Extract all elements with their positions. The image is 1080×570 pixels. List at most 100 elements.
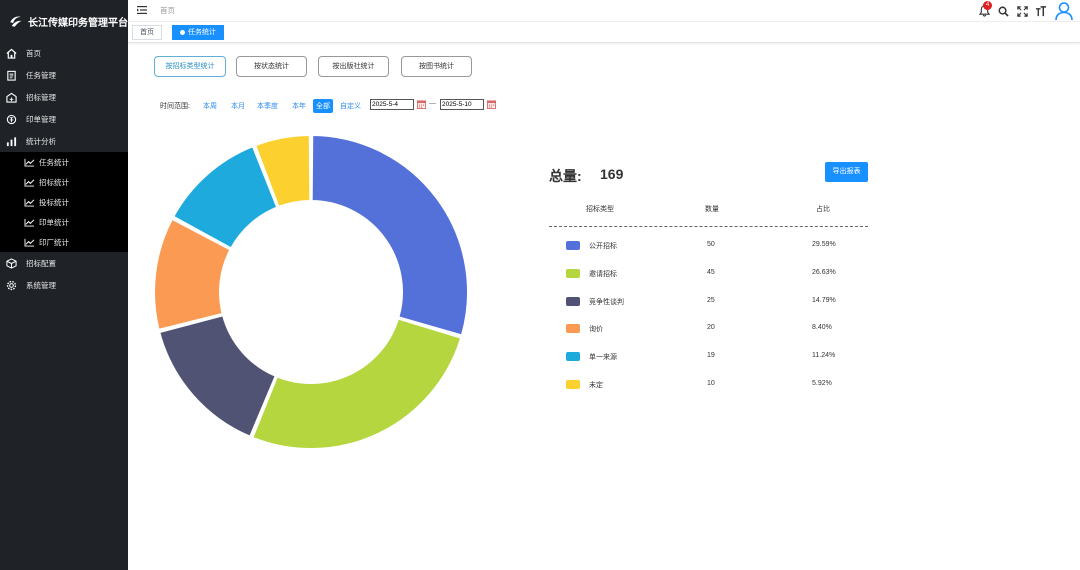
sidebar-item-lower-label: 系统管理 xyxy=(26,280,56,290)
fullscreen-icon xyxy=(1016,5,1028,17)
calendar-icon[interactable] xyxy=(417,100,426,109)
donut-slice-0[interactable] xyxy=(310,134,469,337)
donut-slice-2[interactable] xyxy=(158,314,277,438)
app-title: 长江传媒印务管理平台 xyxy=(28,17,128,29)
sidebar-subitem-label: 招标统计 xyxy=(39,177,69,187)
tab-by-status[interactable]: 按状态统计 xyxy=(236,56,307,77)
sidebar-subitem-label: 印单统计 xyxy=(39,217,69,227)
sidebar-subitem-2[interactable]: 投标统计 xyxy=(0,192,128,212)
column-header-count: 数量 xyxy=(705,206,719,213)
print-order-icon xyxy=(6,114,17,125)
cell-count: 45 xyxy=(707,269,715,276)
sidebar-subitem-3[interactable]: 印单统计 xyxy=(0,212,128,232)
gear-icon xyxy=(6,280,17,291)
range-this-week[interactable]: 本周 xyxy=(203,101,217,111)
export-report-button[interactable]: 导出报表 xyxy=(825,162,868,182)
notification-button[interactable]: 4 xyxy=(977,1,992,18)
sidebar-item-label: 招标管理 xyxy=(26,92,56,102)
breadcrumb[interactable]: 首页 xyxy=(160,5,175,16)
active-dot-icon xyxy=(180,29,185,35)
date-separator: — xyxy=(429,100,436,107)
sidebar-subitem-4[interactable]: 印厂统计 xyxy=(0,232,128,252)
legend-swatch xyxy=(566,269,580,278)
brand[interactable]: 长江传媒印务管理平台 xyxy=(0,0,128,42)
cell-count: 50 xyxy=(707,241,715,248)
cell-ratio: 11.24% xyxy=(812,352,836,359)
font-size-button[interactable] xyxy=(1034,4,1048,18)
user-avatar[interactable] xyxy=(1053,0,1075,22)
sidebar-subitem-label: 投标统计 xyxy=(39,197,69,207)
search-button[interactable] xyxy=(996,4,1010,18)
cell-count: 10 xyxy=(707,380,715,387)
text-size-icon xyxy=(1035,5,1047,16)
cell-bid-type: 公开招标 xyxy=(589,243,617,250)
sidebar-subitem-label: 印厂统计 xyxy=(39,237,69,247)
bid-type-donut-chart xyxy=(153,134,469,450)
table-row: 询价 20 8.40% xyxy=(549,321,868,335)
cell-count: 25 xyxy=(707,297,715,304)
sidebar-subitem-label: 任务统计 xyxy=(39,157,69,167)
trend-chart-icon xyxy=(24,198,35,207)
sidebar-item-label: 统计分析 xyxy=(26,136,56,146)
sidebar-item-3[interactable]: 印单管理 xyxy=(0,108,128,130)
tab-by-book[interactable]: 按图书统计 xyxy=(401,56,472,77)
cell-ratio: 29.59% xyxy=(812,241,836,248)
sidebar-item-label: 任务管理 xyxy=(26,70,56,80)
sidebar-item-lower-0[interactable]: 招标配置 xyxy=(0,252,128,274)
calendar-icon[interactable] xyxy=(487,100,496,109)
trend-chart-icon xyxy=(24,238,35,247)
clipboard-icon xyxy=(6,70,17,81)
range-custom[interactable]: 自定义 xyxy=(340,101,361,111)
tag-home[interactable]: 首页 xyxy=(132,25,162,40)
total-label: 总量: xyxy=(549,168,582,184)
range-this-quarter[interactable]: 本季度 xyxy=(257,101,278,111)
tag-label: 任务统计 xyxy=(188,29,216,36)
legend-swatch xyxy=(566,241,580,250)
legend-swatch xyxy=(566,380,580,389)
range-this-year[interactable]: 本年 xyxy=(292,101,306,111)
sidebar-subitem-1[interactable]: 招标统计 xyxy=(0,172,128,192)
fullscreen-button[interactable] xyxy=(1015,4,1029,18)
sidebar-item-label: 首页 xyxy=(26,48,41,58)
sidebar-item-lower-label: 招标配置 xyxy=(26,258,56,268)
sidebar-subnav: 任务统计招标统计投标统计印单统计印厂统计 xyxy=(0,152,128,252)
cell-bid-type: 未定 xyxy=(589,382,603,389)
cell-count: 19 xyxy=(707,352,715,359)
cell-ratio: 8.40% xyxy=(812,324,832,331)
app-root: 长江传媒印务管理平台 首页任务管理招标管理印单管理统计分析 任务统计招标统计投标… xyxy=(0,0,1080,570)
table-row: 单一来源 19 11.24% xyxy=(549,349,868,363)
statistics-icon xyxy=(6,136,17,147)
end-date-input[interactable]: 2025-5-10 xyxy=(440,99,484,110)
legend-swatch xyxy=(566,297,580,306)
topbar: 首页 4 xyxy=(128,0,1080,22)
sidebar-subitem-0[interactable]: 任务统计 xyxy=(0,152,128,172)
cell-bid-type: 邀请招标 xyxy=(589,271,617,278)
logo-icon xyxy=(10,15,22,27)
legend-swatch xyxy=(566,352,580,361)
column-header-bid-type: 招标类型 xyxy=(586,206,614,213)
sidebar-item-lower-1[interactable]: 系统管理 xyxy=(0,274,128,296)
cell-count: 20 xyxy=(707,324,715,331)
cell-bid-type: 单一来源 xyxy=(589,354,617,361)
tab-by-bid-type[interactable]: 按招标类型统计 xyxy=(154,56,226,77)
sidebar-item-label: 印单管理 xyxy=(26,114,56,124)
sidebar-item-2[interactable]: 招标管理 xyxy=(0,86,128,108)
sidebar-item-1[interactable]: 任务管理 xyxy=(0,64,128,86)
donut-slice-1[interactable] xyxy=(251,317,463,450)
hamburger-icon[interactable] xyxy=(137,5,147,15)
range-all[interactable]: 全部 xyxy=(313,99,333,113)
range-this-month[interactable]: 本月 xyxy=(231,101,245,111)
trend-chart-icon xyxy=(24,178,35,187)
trend-chart-icon xyxy=(24,218,35,227)
tab-by-publisher[interactable]: 按出版社统计 xyxy=(318,56,389,77)
search-icon xyxy=(998,6,1009,17)
cube-icon xyxy=(6,257,17,269)
sidebar-item-0[interactable]: 首页 xyxy=(0,42,128,64)
cell-bid-type: 询价 xyxy=(589,326,603,333)
home-icon xyxy=(6,48,17,59)
tag-task-statistics[interactable]: 任务统计 xyxy=(172,25,224,40)
cell-ratio: 14.79% xyxy=(812,297,836,304)
sidebar: 长江传媒印务管理平台 首页任务管理招标管理印单管理统计分析 任务统计招标统计投标… xyxy=(0,0,128,570)
sidebar-item-4[interactable]: 统计分析 xyxy=(0,130,128,152)
start-date-input[interactable]: 2025-5-4 xyxy=(370,99,414,110)
